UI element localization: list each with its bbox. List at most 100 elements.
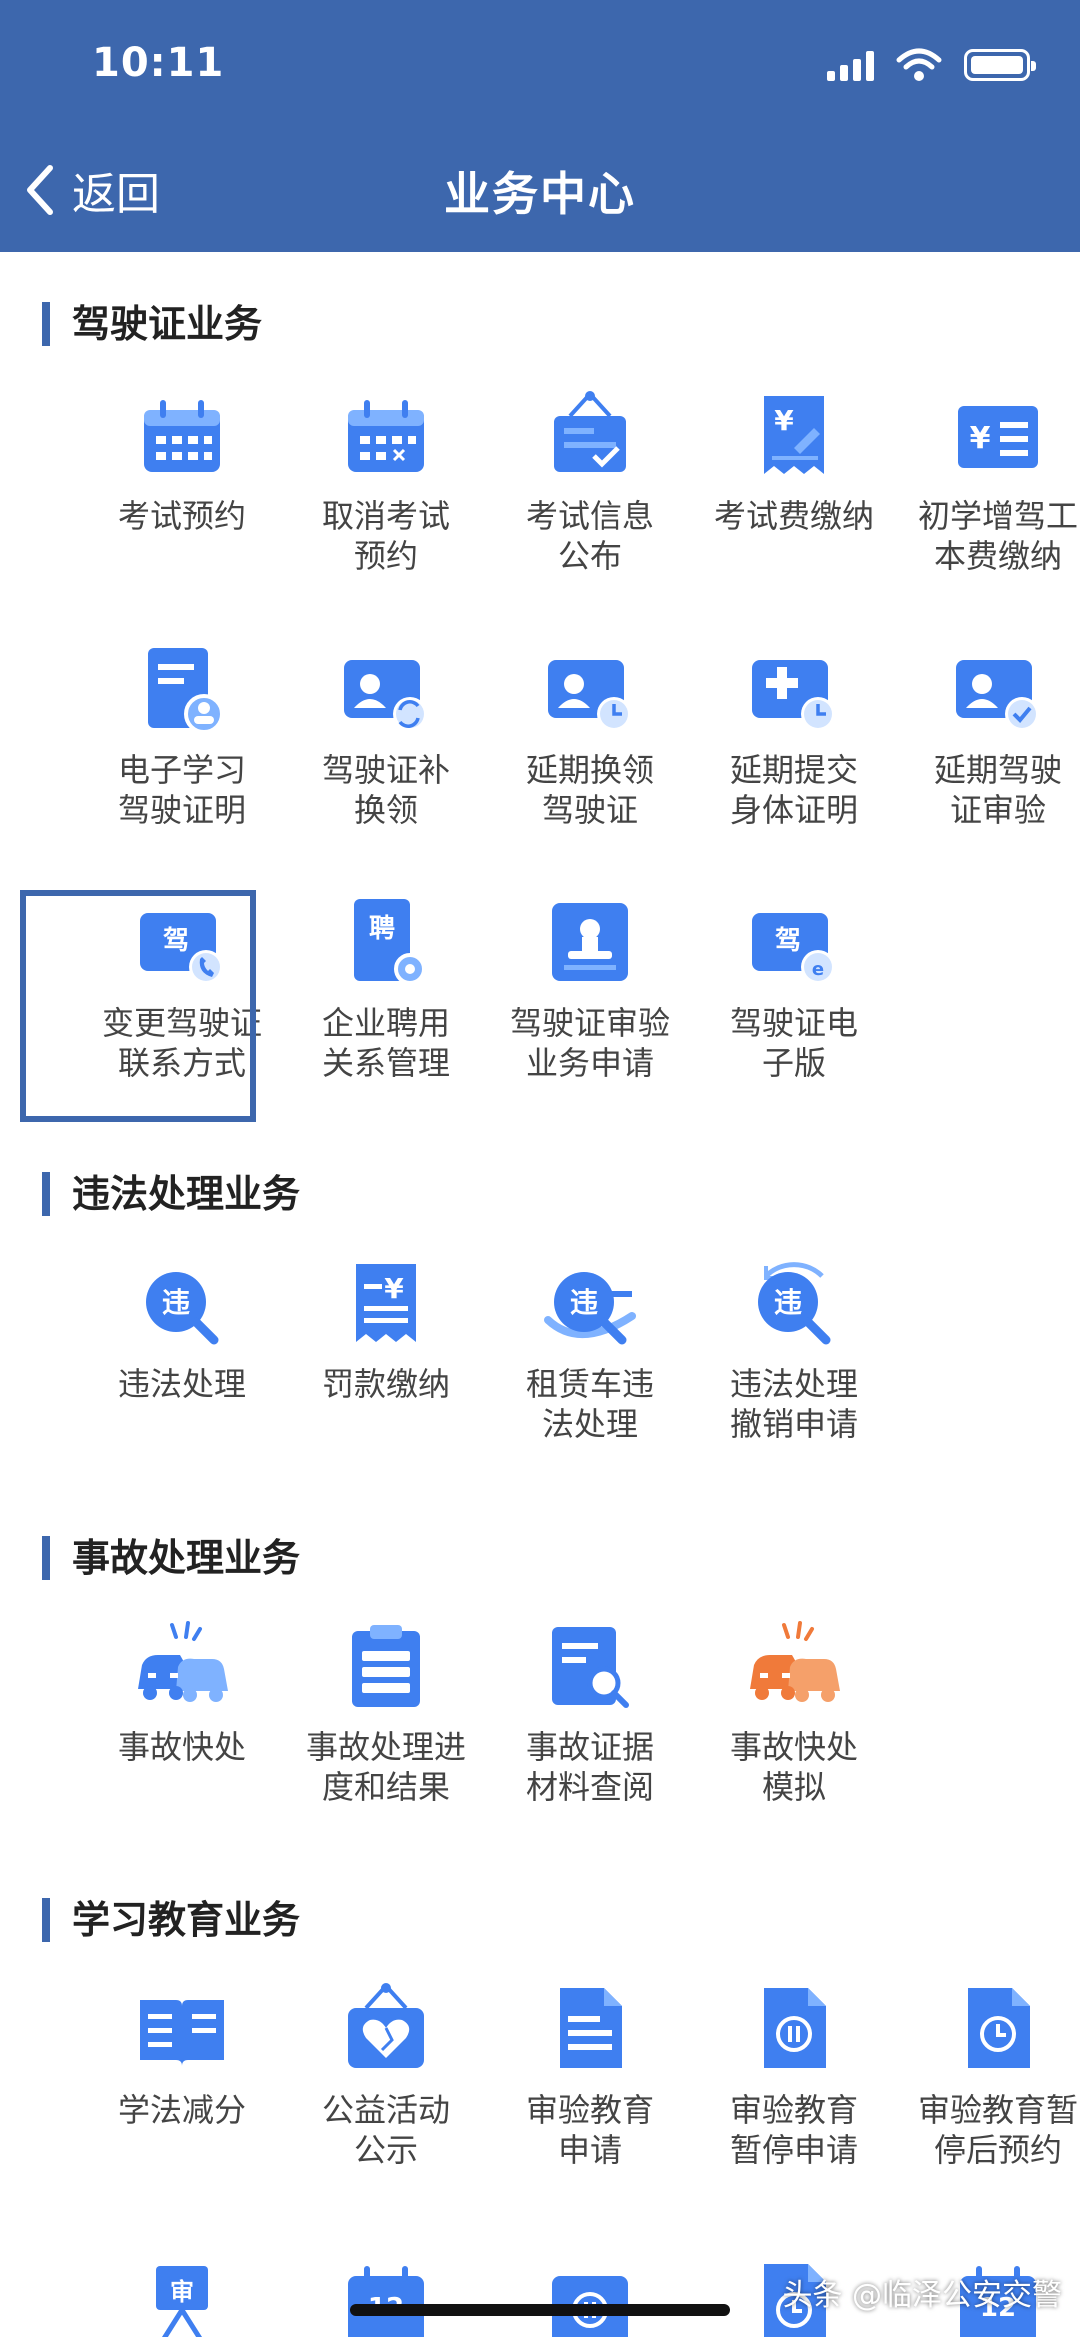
svg-text:e: e [812, 959, 824, 980]
service-item-label: 考试信息 公布 [525, 497, 654, 575]
service-item-label: 公益活动 公示 [321, 2091, 450, 2169]
document-user-icon [132, 640, 232, 740]
service-item[interactable]: 事故证据 材料查阅 [488, 1617, 692, 1807]
pause-circle-icon [540, 2256, 640, 2337]
service-item-label: 学法减分 [117, 2091, 246, 2129]
service-item-label: 驾驶证电 子版 [729, 1004, 858, 1082]
section-title: 驾驶证业务 [42, 302, 262, 346]
service-item[interactable]: 电子学习 驾驶证明 [80, 640, 284, 830]
service-item-label: 考试费缴纳 [713, 497, 874, 535]
status-time: 10:11 [92, 40, 225, 86]
service-item[interactable]: 取消考试 预约 [284, 386, 488, 576]
section-title: 学习教育业务 [42, 1898, 300, 1942]
section-title-text: 学习教育业务 [72, 1898, 301, 1942]
service-item-label: 审验教育 暂停申请 [729, 2091, 858, 2169]
service-item[interactable]: 公益活动 公示 [284, 1980, 488, 2170]
svg-text:¥: ¥ [774, 404, 794, 437]
car-crash-simulation-icon [744, 1617, 844, 1717]
service-item[interactable]: 延期提交 身体证明 [692, 640, 896, 830]
violation-search-icon: 违 [132, 1254, 232, 1354]
service-item[interactable]: 学法减分 [80, 1980, 284, 2130]
service-item-label: 审验教育暂 停后预约 [917, 2091, 1078, 2169]
evidence-search-icon [540, 1617, 640, 1717]
service-item[interactable]: 考试信息 公布 [488, 386, 692, 576]
progress-clipboard-icon [336, 1617, 436, 1717]
service-item[interactable]: 延期换领 驾驶证 [488, 640, 692, 830]
signal-icon [827, 49, 874, 81]
svg-text:违: 违 [570, 1286, 598, 1319]
svg-text:驾: 驾 [775, 926, 801, 956]
service-item[interactable]: 事故快处 [80, 1617, 284, 1767]
notice-board-icon [540, 386, 640, 486]
medical-clock-icon [744, 640, 844, 740]
service-item[interactable]: 违违法处理 [80, 1254, 284, 1404]
service-item-label: 事故处理进 度和结果 [305, 1728, 466, 1806]
wifi-icon [896, 48, 942, 81]
service-item-label: 审验教育 申请 [525, 2091, 654, 2169]
service-item-label: 事故证据 材料查阅 [525, 1728, 654, 1806]
service-item-label: 取消考试 预约 [321, 497, 450, 575]
service-item-label: 企业聘用 关系管理 [321, 1004, 450, 1082]
service-item-label: 事故快处 [117, 1728, 246, 1766]
service-item[interactable]: 聘 企业聘用 关系管理 [284, 893, 488, 1083]
service-item-partial[interactable]: 12 [284, 2256, 488, 2337]
service-item-label: 驾驶证审验 业务申请 [509, 1004, 670, 1082]
service-item-label: 违法处理 撤销申请 [729, 1365, 858, 1443]
service-item[interactable]: 审验教育 申请 [488, 1980, 692, 2170]
review-easel-icon: 审 [132, 2256, 232, 2337]
license-check-icon [948, 640, 1048, 740]
svg-text:¥: ¥ [384, 1272, 404, 1305]
service-item-label: 罚款缴纳 [321, 1365, 450, 1403]
service-item[interactable]: 驾驶证审验 业务申请 [488, 893, 692, 1083]
battery-icon [964, 49, 1036, 81]
service-item[interactable]: ¥ 考试费缴纳 [692, 386, 896, 536]
document-clock-icon [948, 1980, 1048, 2080]
heart-hand-icon [336, 1980, 436, 2080]
home-indicator[interactable] [350, 2304, 730, 2316]
status-icons [827, 48, 1036, 82]
service-item-label: 考试预约 [117, 497, 246, 535]
service-item-label: 延期驾驶 证审验 [933, 751, 1062, 829]
service-item[interactable]: 违租赁车违 法处理 [488, 1254, 692, 1444]
service-item[interactable]: ¥ 初学增驾工 本费缴纳 [896, 386, 1080, 576]
selected-item-highlight [20, 890, 256, 1122]
service-item[interactable]: 驾驶证补 换领 [284, 640, 488, 830]
hire-gear-icon: 聘 [336, 893, 436, 993]
calendar-icon [132, 386, 232, 486]
service-item[interactable]: 事故处理进 度和结果 [284, 1617, 488, 1807]
service-item[interactable]: 违违法处理 撤销申请 [692, 1254, 896, 1444]
service-item-partial[interactable] [488, 2256, 692, 2337]
svg-text:聘: 聘 [369, 914, 395, 944]
section-title: 事故处理业务 [42, 1536, 300, 1580]
section-title-text: 事故处理业务 [72, 1536, 301, 1580]
service-item[interactable]: 驾 e 驾驶证电 子版 [692, 893, 896, 1083]
rental-violation-icon: 违 [540, 1254, 640, 1354]
service-item-label: 租赁车违 法处理 [525, 1365, 654, 1443]
service-item-partial[interactable]: 审 [80, 2256, 284, 2337]
yuan-list-icon: ¥ [948, 386, 1048, 486]
calendar-cancel-icon [336, 386, 436, 486]
service-item[interactable]: 考试预约 [80, 386, 284, 536]
svg-text:审: 审 [170, 2278, 194, 2306]
car-crash-icon [132, 1617, 232, 1717]
service-item[interactable]: 审验教育 暂停申请 [692, 1980, 896, 2170]
service-item-label: 延期换领 驾驶证 [525, 751, 654, 829]
service-item[interactable]: ¥ 罚款缴纳 [284, 1254, 488, 1404]
service-item-label: 事故快处 模拟 [729, 1728, 858, 1806]
service-item[interactable]: 事故快处 模拟 [692, 1617, 896, 1807]
receipt-pay-icon: ¥ [744, 386, 844, 486]
service-item-label: 电子学习 驾驶证明 [117, 751, 246, 829]
service-item-label: 初学增驾工 本费缴纳 [917, 497, 1078, 575]
service-item-label: 延期提交 身体证明 [729, 751, 858, 829]
page-title: 业务中心 [444, 167, 636, 221]
license-electronic-icon: 驾 e [744, 893, 844, 993]
app-header: 10:11 返回 业务中心 [0, 0, 1080, 252]
section-title-text: 违法处理业务 [72, 1172, 301, 1216]
service-item[interactable]: 审验教育暂 停后预约 [896, 1980, 1080, 2170]
svg-text:违: 违 [774, 1286, 802, 1319]
watermark: 头条 @临泽公安交警 [782, 2278, 1062, 2313]
document-pause-icon [744, 1980, 844, 2080]
license-refresh-icon [336, 640, 436, 740]
service-item[interactable]: 延期驾驶 证审验 [896, 640, 1080, 830]
violation-revoke-icon: 违 [744, 1254, 844, 1354]
